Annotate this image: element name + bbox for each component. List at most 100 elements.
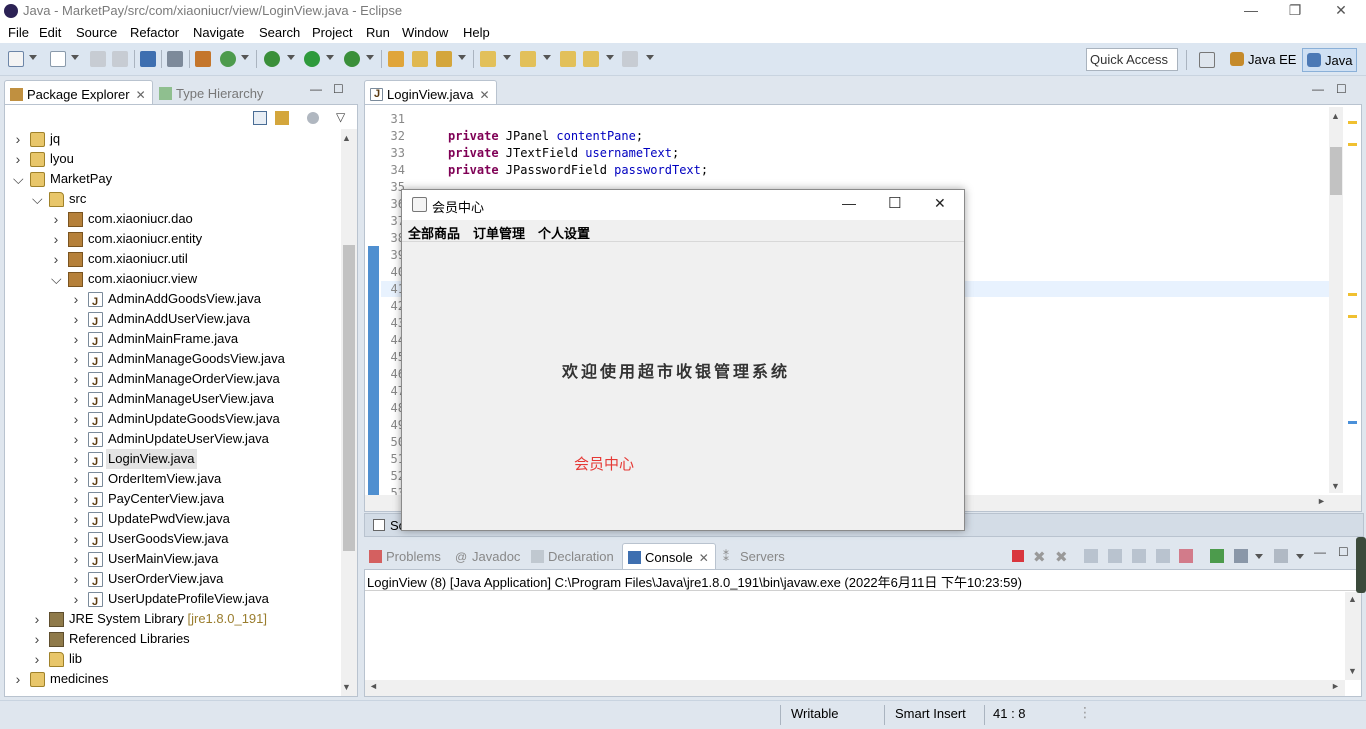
chevron-right-icon[interactable]: › — [13, 129, 23, 149]
menu-navigate[interactable]: Navigate — [193, 25, 244, 40]
search-icon[interactable] — [436, 51, 452, 67]
remove-launch-icon[interactable]: ✖ — [1033, 548, 1046, 566]
run-external-icon[interactable] — [344, 51, 360, 67]
tree-item[interactable]: › UserOrderView.java — [5, 569, 341, 592]
chevron-right-icon[interactable]: › — [71, 289, 81, 309]
link-editor-icon[interactable] — [275, 111, 289, 125]
occurrence-marker[interactable] — [1348, 421, 1357, 424]
scroll-down-icon[interactable]: ▼ — [1331, 481, 1340, 491]
chevron-right-icon[interactable]: › — [13, 149, 23, 169]
menu-order-management[interactable]: 订单管理 — [473, 223, 525, 242]
scroll-left-icon[interactable]: ◄ — [369, 681, 378, 691]
scroll-right-icon[interactable]: ► — [1317, 496, 1326, 506]
code-line[interactable]: 34 private JPasswordField passwordText; — [381, 162, 1321, 179]
tree-item[interactable]: › AdminAddGoodsView.java — [5, 289, 341, 312]
tree-scrollbar[interactable]: ▲ ▼ — [341, 129, 357, 696]
chevron-right-icon[interactable]: › — [71, 569, 81, 589]
chevron-right-icon[interactable]: › — [51, 229, 61, 249]
tab-loginview-java[interactable]: LoginView.java ✕ — [364, 80, 497, 106]
new-package-icon[interactable] — [50, 51, 66, 67]
tree-item[interactable]: › UserGoodsView.java — [5, 529, 341, 552]
restore-button[interactable]: ❐ — [1272, 0, 1318, 23]
chevron-down-icon[interactable]: ⌵ — [32, 189, 43, 209]
skip-breakpoints-icon[interactable] — [167, 51, 183, 67]
scroll-up-icon[interactable]: ▲ — [1348, 594, 1357, 604]
perspective-java[interactable]: Java — [1302, 48, 1358, 72]
chevron-right-icon[interactable]: › — [71, 369, 81, 389]
scroll-up-icon[interactable]: ▲ — [1331, 111, 1340, 121]
tab-package-explorer[interactable]: Package Explorer ✕ — [4, 80, 153, 106]
warning-marker[interactable] — [1348, 315, 1357, 318]
editor-scrollbar[interactable]: ▲ ▼ — [1329, 107, 1343, 493]
forward-icon[interactable] — [622, 51, 638, 67]
warning-marker[interactable] — [1348, 121, 1357, 124]
cursor-position[interactable]: 41 : 8 — [993, 706, 1026, 721]
collapse-all-icon[interactable] — [253, 111, 267, 125]
previous-annotation-icon[interactable] — [520, 51, 536, 67]
save-icon[interactable] — [90, 51, 106, 67]
chevron-down-icon[interactable] — [287, 55, 295, 60]
chevron-right-icon[interactable]: › — [32, 629, 42, 649]
warning-marker[interactable] — [1348, 143, 1357, 146]
menu-help[interactable]: Help — [463, 25, 490, 40]
back-icon[interactable] — [583, 51, 599, 67]
remove-all-icon[interactable]: ✖ — [1055, 548, 1068, 566]
tab-console[interactable]: Console ✕ — [622, 543, 716, 569]
outline-icon[interactable] — [373, 519, 385, 531]
minimize-editor-icon[interactable]: — — [1312, 82, 1324, 96]
open-type-icon[interactable] — [388, 51, 404, 67]
refresh-icon[interactable] — [220, 51, 236, 67]
minimize-button[interactable]: — — [1228, 0, 1274, 23]
chevron-right-icon[interactable]: › — [32, 649, 42, 669]
tree-item[interactable]: › LoginView.java — [5, 449, 341, 472]
show-on-output-icon[interactable] — [1156, 549, 1170, 563]
tree-item[interactable]: › lib — [5, 649, 341, 669]
chevron-down-icon[interactable] — [326, 55, 334, 60]
code-line[interactable]: 32 private JPanel contentPane; — [381, 128, 1321, 145]
chevron-right-icon[interactable]: › — [13, 669, 23, 689]
console-scrollbar[interactable]: ▲ ▼ — [1345, 592, 1361, 680]
tree-item[interactable]: › AdminUpdateGoodsView.java — [5, 409, 341, 432]
chevron-right-icon[interactable]: › — [71, 429, 81, 449]
dialog-maximize-button[interactable]: ☐ — [888, 194, 901, 212]
tab-javadoc[interactable]: @ Javadoc — [450, 543, 526, 569]
menu-project[interactable]: Project — [312, 25, 352, 40]
chevron-down-icon[interactable] — [71, 55, 79, 60]
dialog-close-button[interactable]: ✕ — [934, 195, 946, 212]
chevron-right-icon[interactable]: › — [71, 309, 81, 329]
console-icon[interactable] — [140, 51, 156, 67]
console-hscrollbar[interactable]: ◄ ► — [365, 680, 1345, 696]
menu-run[interactable]: Run — [366, 25, 390, 40]
chevron-down-icon[interactable]: ⌵ — [13, 169, 24, 189]
chevron-right-icon[interactable]: › — [71, 389, 81, 409]
scroll-down-icon[interactable]: ▼ — [342, 682, 351, 692]
tree-item[interactable]: › lyou — [5, 149, 341, 169]
menu-all-goods[interactable]: 全部商品 — [408, 223, 460, 242]
menu-source[interactable]: Source — [76, 25, 117, 40]
scrollbar-thumb[interactable] — [343, 245, 355, 551]
tree-item[interactable]: › AdminMainFrame.java — [5, 329, 341, 352]
quick-access-input[interactable]: Quick Access — [1086, 48, 1178, 71]
terminate-icon[interactable] — [1012, 550, 1024, 562]
scrollbar-thumb[interactable] — [1330, 147, 1342, 195]
code-line[interactable]: 31 — [381, 111, 1321, 128]
chevron-down-icon[interactable]: ⌵ — [51, 269, 62, 289]
clear-console-icon[interactable] — [1084, 549, 1098, 563]
tree-item[interactable]: › com.xiaoniucr.util — [5, 249, 341, 269]
build-icon[interactable] — [195, 51, 211, 67]
tree-item[interactable]: › AdminManageOrderView.java — [5, 369, 341, 392]
chevron-right-icon[interactable]: › — [71, 529, 81, 549]
display-console-icon[interactable] — [1234, 549, 1248, 563]
dialog-minimize-button[interactable]: — — [842, 195, 856, 211]
chevron-down-icon[interactable] — [503, 55, 511, 60]
menu-file[interactable]: File — [8, 25, 29, 40]
run-icon[interactable] — [304, 51, 320, 67]
tree-item[interactable]: › AdminUpdateUserView.java — [5, 429, 341, 452]
chevron-down-icon[interactable] — [366, 55, 374, 60]
code-line[interactable]: 33 private JTextField usernameText; — [381, 145, 1321, 162]
chevron-right-icon[interactable]: › — [71, 589, 81, 609]
debug-icon[interactable] — [264, 51, 280, 67]
tree-item[interactable]: › jq — [5, 129, 341, 149]
word-wrap-icon[interactable] — [1132, 549, 1146, 563]
chevron-down-icon[interactable] — [241, 55, 249, 60]
